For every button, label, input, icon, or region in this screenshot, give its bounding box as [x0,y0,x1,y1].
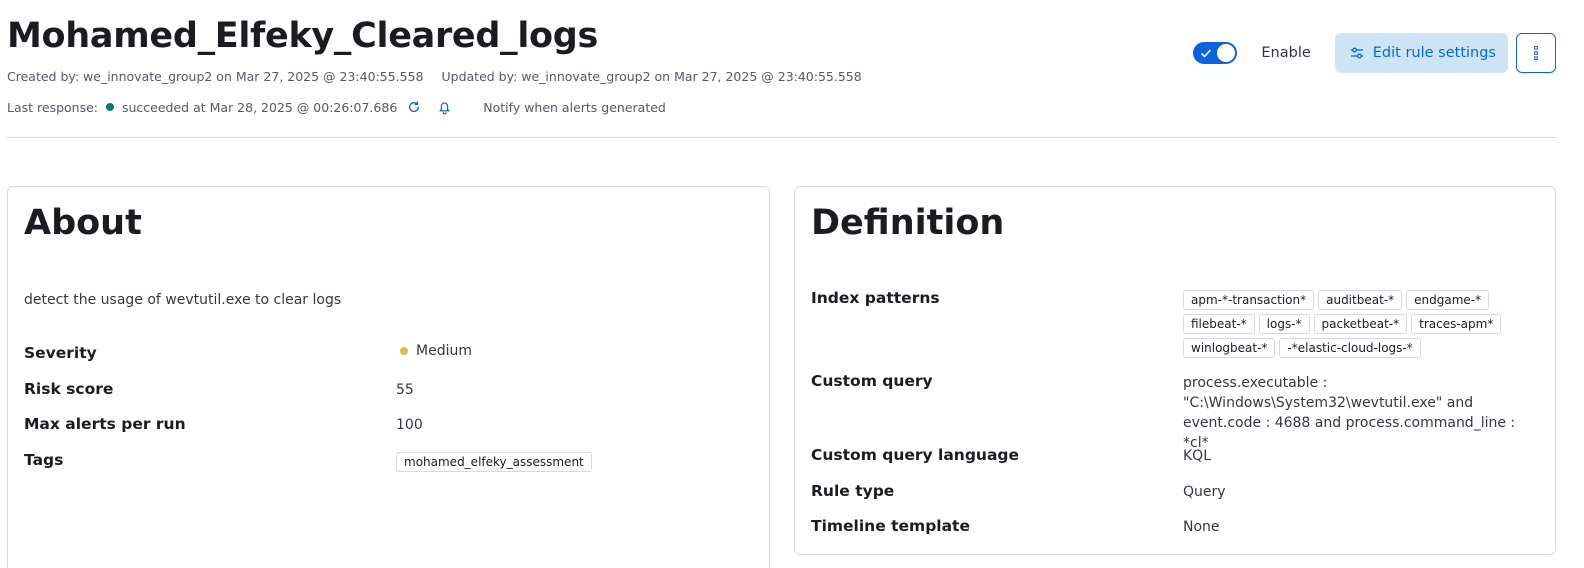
index-pattern-badge[interactable]: winlogbeat-* [1183,338,1276,358]
risk-score-value: 55 [396,382,414,398]
query-language-row: Custom query language [811,446,1019,464]
notify-text: Notify when alerts generated [483,99,666,115]
index-pattern-badge[interactable]: apm-*-transaction* [1183,290,1315,310]
timeline-template-label: Timeline template [811,517,970,535]
refresh-icon[interactable] [405,98,423,116]
more-actions-button[interactable] [1516,33,1556,73]
timeline-template-value: None [1183,519,1220,535]
index-patterns-label: Index patterns [811,289,940,307]
about-title: About [24,203,142,243]
last-response-value: succeeded at Mar 28, 2025 @ 00:26:07.686 [122,99,398,115]
index-pattern-badge[interactable]: endgame-* [1406,290,1490,310]
custom-query-value: process.executable : "C:\Windows\System3… [1183,375,1516,451]
last-response-label: Last response: [7,99,98,115]
header-actions: Enable Edit rule settings [1193,33,1556,73]
query-language-value: KQL [1183,448,1211,464]
rule-type-label: Rule type [811,482,895,500]
severity-label: Severity [24,344,97,362]
custom-query-label: Custom query [811,372,933,390]
risk-score-label: Risk score [24,380,114,398]
custom-query-row: Custom query [811,372,933,390]
index-pattern-badge[interactable]: filebeat-* [1183,314,1255,334]
index-patterns-row: Index patterns [811,289,940,307]
index-pattern-badge[interactable]: traces-apm* [1411,314,1502,334]
timeline-template-row: Timeline template [811,517,970,535]
created-by-text: Created by: we_innovate_group2 on Mar 27… [7,69,424,84]
edit-rule-settings-button[interactable]: Edit rule settings [1334,33,1508,73]
index-pattern-badge[interactable]: -*elastic-cloud-logs-* [1279,338,1421,358]
rule-type-row: Rule type [811,482,894,500]
severity-dot-icon [400,347,408,355]
about-panel: About detect the usage of wevtutil.exe t… [7,186,770,568]
check-icon [1201,49,1212,58]
rule-meta: Created by: we_innovate_group2 on Mar 27… [7,69,862,84]
risk-score-row: Risk score [24,380,113,398]
severity-row: Severity [24,344,97,362]
index-pattern-badge[interactable]: logs-* [1258,314,1310,334]
enable-toggle[interactable] [1193,42,1238,64]
last-response: Last response: succeeded at Mar 28, 2025… [7,98,666,116]
status-dot-icon [106,103,114,111]
query-language-label: Custom query language [811,446,1020,464]
max-alerts-row: Max alerts per run [24,415,186,433]
rule-title: Mohamed_Elfeky_Cleared_logs [7,16,599,56]
enable-label: Enable [1261,45,1311,61]
sliders-icon [1350,47,1363,59]
max-alerts-value: 100 [396,417,423,433]
updated-by-text: Updated by: we_innovate_group2 on Mar 27… [441,69,862,84]
max-alerts-label: Max alerts per run [24,415,186,433]
definition-title: Definition [811,203,1005,243]
tags-list: mohamed_elfeky_assessment [396,452,726,472]
bell-icon[interactable] [435,98,453,116]
tags-label: Tags [24,451,64,469]
definition-panel: Definition Index patterns apm-*-transact… [794,186,1556,555]
rule-description: detect the usage of wevtutil.exe to clea… [24,292,342,308]
index-pattern-badge[interactable]: packetbeat-* [1313,314,1408,334]
severity-text: Medium [416,343,472,359]
edit-rule-settings-label: Edit rule settings [1372,45,1496,61]
severity-value: Medium [400,343,472,359]
index-pattern-badge[interactable]: auditbeat-* [1318,290,1403,310]
kebab-icon [1534,46,1538,60]
tag-badge[interactable]: mohamed_elfeky_assessment [396,452,592,472]
index-patterns-list: apm-*-transaction* auditbeat-* endgame-*… [1183,290,1513,358]
rule-type-value: Query [1183,484,1226,500]
toggle-knob [1216,43,1237,63]
tags-row: Tags [24,451,63,469]
header-divider [7,137,1556,138]
